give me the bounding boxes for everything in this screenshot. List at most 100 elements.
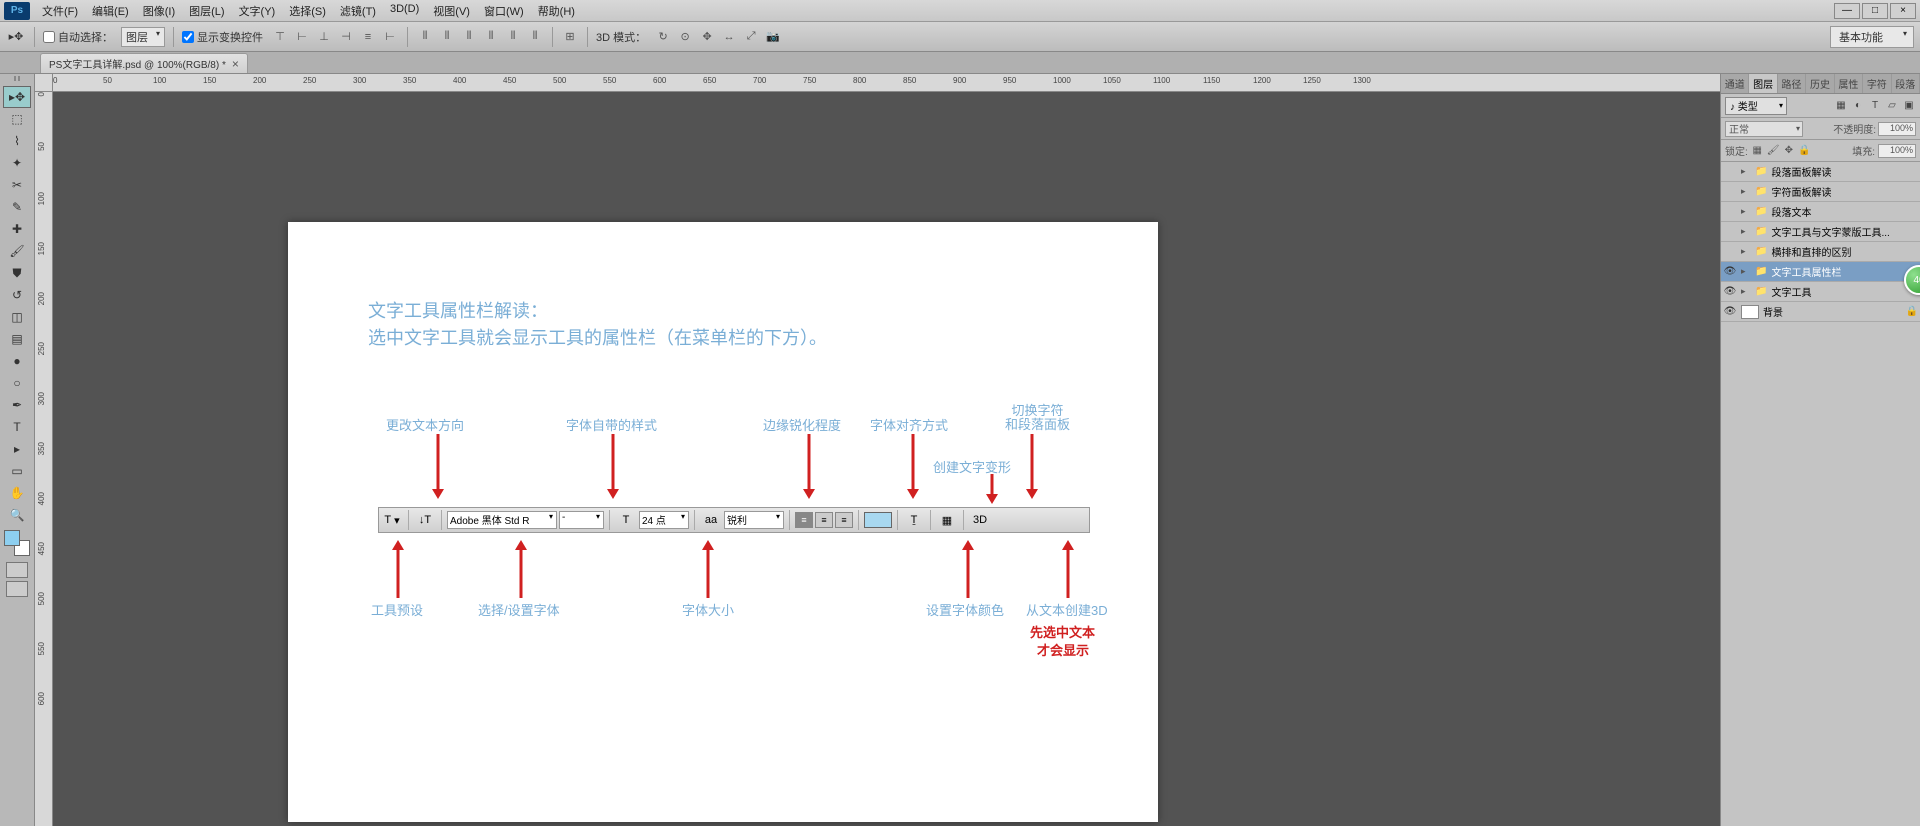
3d-rotate-icon[interactable]: ↻ bbox=[654, 29, 672, 45]
filter-shape-icon[interactable]: ▱ bbox=[1885, 99, 1899, 113]
align-bottom-icon[interactable]: ⊥ bbox=[315, 29, 333, 45]
layer-row[interactable]: 👁▸📁文字工具属性栏 bbox=[1721, 262, 1920, 282]
distribute-icon[interactable]: ⫴ bbox=[504, 29, 522, 45]
align-hcenter-icon[interactable]: ≡ bbox=[359, 29, 377, 45]
align-top-icon[interactable]: ⊤ bbox=[271, 29, 289, 45]
marquee-tool[interactable]: ⬚ bbox=[3, 108, 31, 130]
menu-view[interactable]: 视图(V) bbox=[427, 1, 476, 21]
history-brush-tool[interactable]: ↺ bbox=[3, 284, 31, 306]
twirl-icon[interactable]: ▸ bbox=[1741, 266, 1751, 277]
lock-position-icon[interactable]: ✥ bbox=[1782, 144, 1795, 157]
lasso-tool[interactable]: ⌇ bbox=[3, 130, 31, 152]
align-vcenter-icon[interactable]: ⊢ bbox=[293, 29, 311, 45]
blur-tool[interactable]: ● bbox=[3, 350, 31, 372]
align-right-icon[interactable]: ⊢ bbox=[381, 29, 399, 45]
layer-row[interactable]: ▸📁段落面板解读 bbox=[1721, 162, 1920, 182]
tab-channels[interactable]: 通道 bbox=[1721, 74, 1749, 93]
fill-input[interactable]: 100% bbox=[1878, 144, 1916, 158]
blend-mode-dropdown[interactable]: 正常 bbox=[1725, 121, 1803, 137]
tab-history[interactable]: 历史 bbox=[1806, 74, 1834, 93]
lock-all-icon[interactable]: 🔒 bbox=[1798, 144, 1811, 157]
filter-type-dropdown[interactable]: ♪ 类型 bbox=[1725, 97, 1787, 115]
filter-adjust-icon[interactable]: ◐ bbox=[1851, 99, 1865, 113]
menu-file[interactable]: 文件(F) bbox=[36, 1, 84, 21]
pen-tool[interactable]: ✒ bbox=[3, 394, 31, 416]
distribute-icon[interactable]: ⫴ bbox=[438, 29, 456, 45]
menu-select[interactable]: 选择(S) bbox=[283, 1, 332, 21]
twirl-icon[interactable]: ▸ bbox=[1741, 246, 1751, 257]
filter-smart-icon[interactable]: ▣ bbox=[1902, 99, 1916, 113]
layer-row[interactable]: ▸📁文字工具与文字蒙版工具... bbox=[1721, 222, 1920, 242]
twirl-icon[interactable]: ▸ bbox=[1741, 166, 1751, 177]
distribute-icon[interactable]: ⫴ bbox=[526, 29, 544, 45]
opacity-input[interactable]: 100% bbox=[1878, 122, 1916, 136]
align-left-icon[interactable]: ⊣ bbox=[337, 29, 355, 45]
close-icon[interactable]: × bbox=[232, 57, 239, 71]
layer-row[interactable]: 👁▸📁文字工具 bbox=[1721, 282, 1920, 302]
lock-paint-icon[interactable]: 🖌 bbox=[1767, 144, 1780, 157]
zoom-tool[interactable]: 🔍 bbox=[3, 504, 31, 526]
visibility-icon[interactable]: 👁 bbox=[1723, 306, 1737, 317]
tab-layers[interactable]: 图层 bbox=[1749, 74, 1777, 93]
twirl-icon[interactable]: ▸ bbox=[1741, 226, 1751, 237]
menu-3d[interactable]: 3D(D) bbox=[384, 1, 425, 21]
menu-help[interactable]: 帮助(H) bbox=[532, 1, 581, 21]
distribute-icon[interactable]: ⫴ bbox=[482, 29, 500, 45]
menu-type[interactable]: 文字(Y) bbox=[233, 1, 282, 21]
tab-properties[interactable]: 属性 bbox=[1835, 74, 1863, 93]
visibility-icon[interactable]: 👁 bbox=[1723, 286, 1737, 297]
twirl-icon[interactable]: ▸ bbox=[1741, 206, 1751, 217]
maximize-button[interactable]: □ bbox=[1862, 3, 1888, 19]
menu-layer[interactable]: 图层(L) bbox=[183, 1, 230, 21]
close-button[interactable]: × bbox=[1890, 3, 1916, 19]
menu-filter[interactable]: 滤镜(T) bbox=[334, 1, 382, 21]
gradient-tool[interactable]: ▤ bbox=[3, 328, 31, 350]
layer-row[interactable]: ▸📁段落文本 bbox=[1721, 202, 1920, 222]
3d-camera-icon[interactable]: 📷 bbox=[764, 29, 782, 45]
layer-row[interactable]: ▸📁横排和直排的区别 bbox=[1721, 242, 1920, 262]
lock-transparent-icon[interactable]: ▦ bbox=[1751, 144, 1764, 157]
layer-row[interactable]: 👁背景🔒 bbox=[1721, 302, 1920, 322]
3d-roll-icon[interactable]: ⊙ bbox=[676, 29, 694, 45]
move-tool[interactable]: ▸✥ bbox=[3, 86, 31, 108]
path-select-tool[interactable]: ▸ bbox=[3, 438, 31, 460]
menu-window[interactable]: 窗口(W) bbox=[478, 1, 530, 21]
twirl-icon[interactable]: ▸ bbox=[1741, 286, 1751, 297]
menu-edit[interactable]: 编辑(E) bbox=[86, 1, 135, 21]
fg-color-swatch[interactable] bbox=[4, 530, 20, 546]
twirl-icon[interactable]: ▸ bbox=[1741, 186, 1751, 197]
show-transform-checkbox[interactable]: 显示变换控件 bbox=[182, 29, 263, 45]
layer-row[interactable]: ▸📁字符面板解读 bbox=[1721, 182, 1920, 202]
distribute-icon[interactable]: ⫴ bbox=[416, 29, 434, 45]
filter-pixel-icon[interactable]: ▦ bbox=[1834, 99, 1848, 113]
auto-select-checkbox[interactable]: 自动选择： bbox=[43, 29, 113, 45]
screen-mode-icon[interactable] bbox=[6, 581, 28, 597]
hand-tool[interactable]: ✋ bbox=[3, 482, 31, 504]
healing-tool[interactable]: ✚ bbox=[3, 218, 31, 240]
3d-scale-icon[interactable]: ⤢ bbox=[742, 29, 760, 45]
quick-mask-icon[interactable] bbox=[6, 562, 28, 578]
auto-align-icon[interactable]: ⊞ bbox=[561, 29, 579, 45]
eraser-tool[interactable]: ◫ bbox=[3, 306, 31, 328]
document-tab[interactable]: PS文字工具详解.psd @ 100%(RGB/8) * × bbox=[40, 53, 248, 73]
3d-slide-icon[interactable]: ↔ bbox=[720, 29, 738, 45]
crop-tool[interactable]: ✂ bbox=[3, 174, 31, 196]
menu-image[interactable]: 图像(I) bbox=[137, 1, 181, 21]
toolbox-handle[interactable] bbox=[2, 76, 32, 84]
eyedropper-tool[interactable]: ✎ bbox=[3, 196, 31, 218]
dodge-tool[interactable]: ○ bbox=[3, 372, 31, 394]
color-swatches[interactable] bbox=[4, 530, 30, 556]
3d-pan-icon[interactable]: ✥ bbox=[698, 29, 716, 45]
wand-tool[interactable]: ✦ bbox=[3, 152, 31, 174]
canvas-viewport[interactable]: 文字工具属性栏解读： 选中文字工具就会显示工具的属性栏（在菜单栏的下方）。 更改… bbox=[53, 92, 1720, 826]
distribute-icon[interactable]: ⫴ bbox=[460, 29, 478, 45]
tab-character[interactable]: 字符 bbox=[1863, 74, 1891, 93]
workspace-dropdown[interactable]: 基本功能 bbox=[1830, 26, 1914, 48]
auto-select-dropdown[interactable]: 图层 bbox=[121, 27, 165, 47]
brush-tool[interactable]: 🖌 bbox=[3, 240, 31, 262]
tab-paragraph[interactable]: 段落 bbox=[1892, 74, 1920, 93]
visibility-icon[interactable]: 👁 bbox=[1723, 266, 1737, 277]
filter-type-icon[interactable]: T bbox=[1868, 99, 1882, 113]
tab-paths[interactable]: 路径 bbox=[1778, 74, 1806, 93]
shape-tool[interactable]: ▭ bbox=[3, 460, 31, 482]
